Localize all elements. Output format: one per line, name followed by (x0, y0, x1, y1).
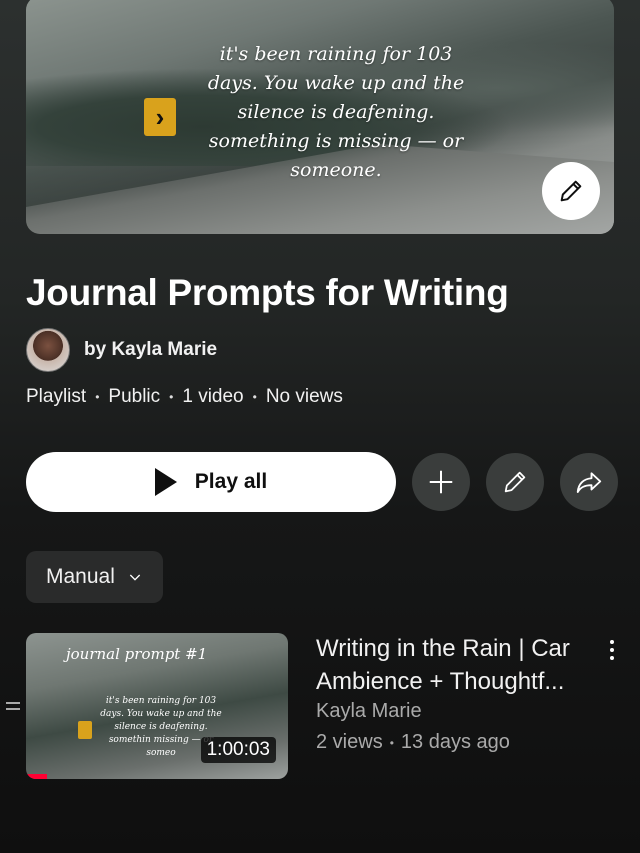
play-all-label: Play all (194, 470, 268, 493)
playlist-meta: Playlist • Public • 1 video • No views (26, 386, 343, 408)
video-stats: 2 views • 13 days ago (316, 731, 606, 754)
edit-thumbnail-button[interactable] (542, 162, 600, 220)
video-views: 2 views (316, 731, 383, 753)
share-button[interactable] (560, 453, 618, 511)
more-options-icon[interactable] (606, 640, 618, 664)
separator-dot: • (389, 735, 394, 750)
meta-type: Playlist (26, 386, 87, 407)
chevron-down-icon (129, 574, 141, 581)
meta-video-count: 1 video (182, 386, 244, 407)
watch-progress-bar (26, 774, 47, 779)
road-sign: › (144, 98, 176, 136)
road-sign (78, 721, 92, 739)
separator-dot: • (252, 390, 257, 404)
owner-name[interactable]: by Kayla Marie (84, 339, 217, 361)
meta-visibility: Public (108, 386, 161, 407)
play-all-button[interactable]: Play all (26, 452, 396, 512)
pencil-icon (560, 180, 582, 202)
drag-handle[interactable] (6, 702, 20, 714)
playlist-actions: Play all (26, 452, 618, 512)
plus-icon (429, 470, 453, 494)
video-channel: Kayla Marie (316, 700, 422, 722)
avatar[interactable] (26, 328, 70, 372)
video-duration: 1:00:03 (200, 737, 276, 763)
video-age: 13 days ago (400, 731, 510, 753)
edit-playlist-button[interactable] (486, 453, 544, 511)
separator-dot: • (169, 390, 174, 404)
pencil-icon (504, 471, 526, 493)
video-title[interactable]: Writing in the Rain | Car Ambience + Tho… (316, 632, 606, 698)
video-info[interactable]: Writing in the Rain | Car Ambience + Tho… (316, 632, 606, 754)
video-thumbnail[interactable]: journal prompt #1 it's been raining for … (26, 633, 288, 779)
share-icon (576, 472, 602, 493)
separator-dot: • (95, 390, 100, 404)
sort-dropdown[interactable]: Manual (26, 551, 163, 603)
playlist-title: Journal Prompts for Writing (26, 272, 509, 313)
sort-label: Manual (46, 565, 115, 588)
playlist-owner[interactable]: by Kayla Marie (26, 328, 217, 372)
add-to-playlist-button[interactable] (412, 453, 470, 511)
thumbnail-caption: it's been raining for 103 days. You wake… (207, 43, 465, 181)
meta-views: No views (265, 386, 343, 407)
thumbnail-title-text: journal prompt #1 (66, 645, 208, 663)
playlist-thumbnail: › it's been raining for 103 days. You wa… (26, 0, 614, 234)
play-icon (154, 468, 177, 496)
